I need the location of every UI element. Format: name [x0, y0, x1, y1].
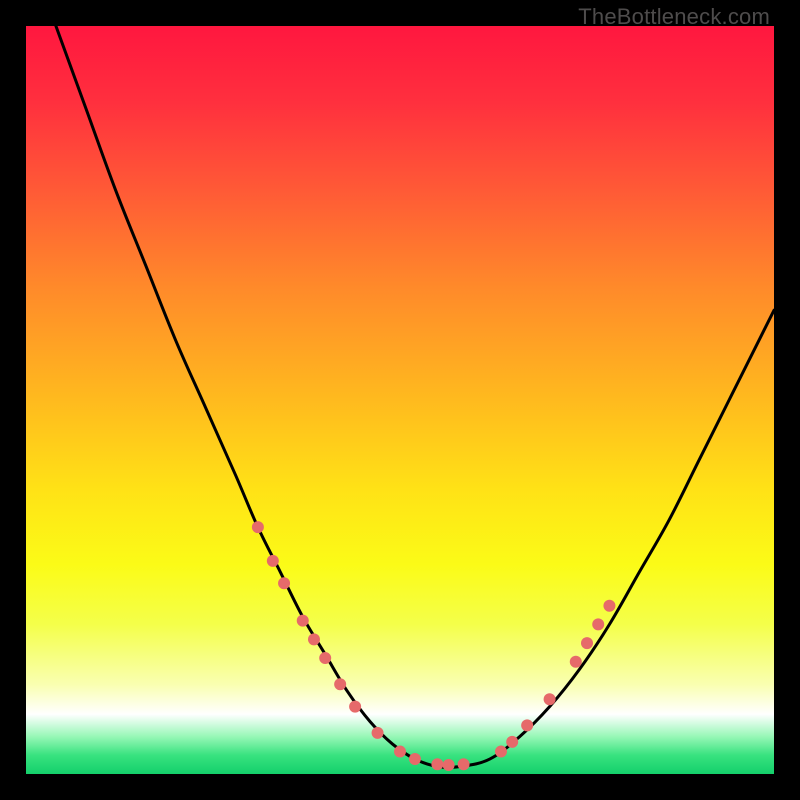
bead-marker	[394, 746, 406, 758]
gradient-background	[26, 26, 774, 774]
bead-marker	[458, 758, 470, 770]
bead-marker	[443, 759, 455, 771]
bead-marker	[431, 758, 443, 770]
bead-marker	[297, 615, 309, 627]
bead-marker	[544, 693, 556, 705]
bead-marker	[521, 719, 533, 731]
bead-marker	[506, 736, 518, 748]
bead-marker	[278, 577, 290, 589]
bead-marker	[349, 701, 361, 713]
bead-marker	[267, 555, 279, 567]
bead-marker	[252, 521, 264, 533]
bead-marker	[495, 746, 507, 758]
bead-marker	[603, 600, 615, 612]
bead-marker	[592, 618, 604, 630]
bottleneck-chart	[26, 26, 774, 774]
bead-marker	[308, 633, 320, 645]
bead-marker	[581, 637, 593, 649]
bead-marker	[570, 656, 582, 668]
bead-marker	[334, 678, 346, 690]
bead-marker	[319, 652, 331, 664]
watermark-text: TheBottleneck.com	[578, 4, 770, 30]
chart-frame	[26, 26, 774, 774]
bead-marker	[409, 753, 421, 765]
bead-marker	[372, 727, 384, 739]
